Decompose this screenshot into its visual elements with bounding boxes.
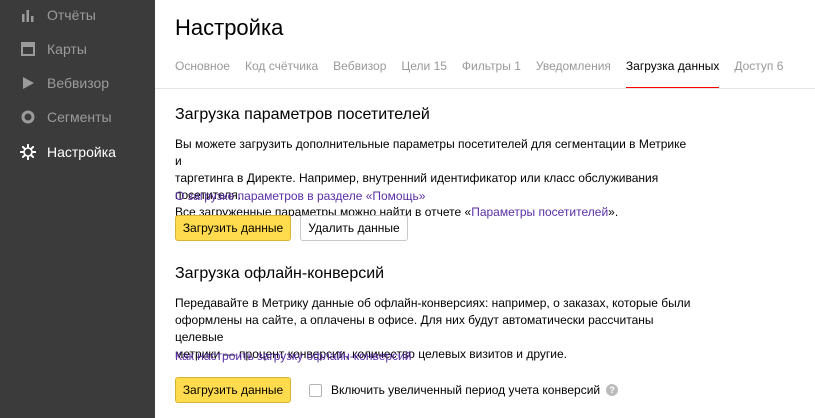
offline-section-title: Загрузка офлайн-конверсий bbox=[175, 265, 385, 282]
sidebar-item-maps[interactable]: Карты bbox=[0, 32, 155, 66]
sidebar-item-label: Вебвизор bbox=[47, 75, 110, 91]
extended-period-checkbox[interactable] bbox=[309, 383, 322, 397]
gear-icon bbox=[20, 144, 36, 160]
play-icon bbox=[20, 75, 36, 91]
extended-period-label[interactable]: Включить увеличенный период учета конвер… bbox=[331, 383, 600, 397]
visitors-help-link[interactable]: О загрузке параметров в разделе «Помощь» bbox=[175, 189, 425, 203]
description-line: Передавайте в Метрику данные об офлайн-к… bbox=[175, 296, 691, 310]
tab-access[interactable]: Доступ 6 bbox=[734, 59, 783, 89]
tabs-divider bbox=[155, 88, 815, 89]
description-line: оформлены на сайте, а оплачены в офисе. … bbox=[175, 313, 654, 344]
visitors-section-title: Загрузка параметров посетителей bbox=[175, 106, 430, 123]
sidebar-item-label: Отчёты bbox=[47, 7, 96, 23]
offline-help-link[interactable]: Как настроить загрузку офлайн-конверсий bbox=[175, 349, 411, 363]
map-square-icon bbox=[20, 41, 36, 57]
main-content: Настройка Основное Код счётчика Вебвизор… bbox=[155, 0, 815, 418]
extended-period-option: Включить увеличенный период учета конвер… bbox=[309, 380, 619, 400]
tab-webvisor[interactable]: Вебвизор bbox=[333, 59, 386, 89]
segments-ring-icon bbox=[20, 109, 36, 125]
sidebar-item-webvisor[interactable]: Вебвизор bbox=[0, 66, 155, 100]
upload-offline-conversions-button[interactable]: Загрузить данные bbox=[175, 377, 291, 403]
sidebar-item-segments[interactable]: Сегменты bbox=[0, 100, 155, 134]
page-title: Настройка bbox=[175, 15, 284, 40]
tab-general[interactable]: Основное bbox=[175, 59, 230, 89]
bar-chart-icon bbox=[20, 7, 36, 23]
sidebar-item-label: Карты bbox=[47, 41, 87, 57]
sidebar-item-reports[interactable]: Отчёты bbox=[0, 0, 155, 34]
sidebar-item-label: Сегменты bbox=[47, 109, 112, 125]
tab-data-upload[interactable]: Загрузка данных bbox=[625, 59, 720, 89]
description-line: Вы можете загрузить дополнительные парам… bbox=[175, 137, 687, 168]
sidebar-item-label: Настройка bbox=[47, 144, 116, 160]
tab-goals[interactable]: Цели 15 bbox=[401, 59, 447, 89]
visitor-params-report-link[interactable]: Параметры посетителей bbox=[471, 205, 608, 219]
sidebar: Отчёты Карты Вебвизор Сегменты Настройка bbox=[0, 0, 155, 418]
question-help-icon[interactable]: ? bbox=[606, 384, 619, 396]
sidebar-item-settings[interactable]: Настройка bbox=[0, 134, 155, 168]
tab-counter-code[interactable]: Код счётчика bbox=[245, 59, 318, 89]
delete-data-button[interactable]: Удалить данные bbox=[300, 215, 408, 241]
description-text: ». bbox=[608, 205, 619, 219]
visitors-section-description: Вы можете загрузить дополнительные парам… bbox=[175, 136, 695, 221]
tab-filters[interactable]: Фильтры 1 bbox=[462, 59, 521, 89]
upload-visitor-params-button[interactable]: Загрузить данные bbox=[175, 215, 291, 241]
settings-tabs: Основное Код счётчика Вебвизор Цели 15 Ф… bbox=[175, 59, 798, 89]
tab-notifications[interactable]: Уведомления bbox=[536, 59, 611, 89]
